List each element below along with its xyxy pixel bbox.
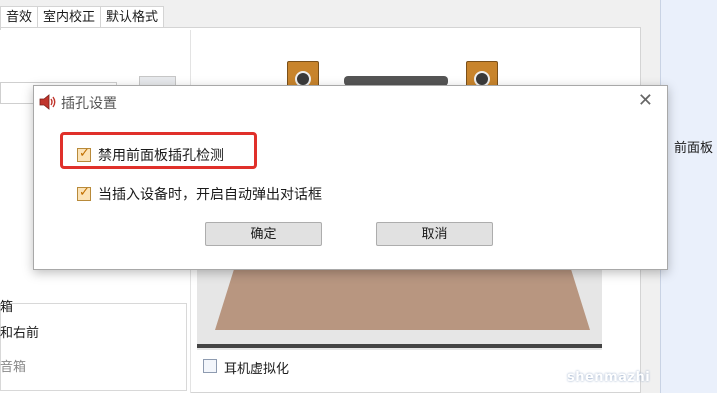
front-panel-label: 前面板: [674, 141, 714, 156]
speaker-icon: [39, 94, 56, 110]
tab-room-correction[interactable]: 室内校正: [37, 6, 102, 28]
auto-popup-option[interactable]: ✓ 当插入设备时，开启自动弹出对话框: [77, 184, 322, 204]
disable-front-panel-detection-option[interactable]: ✓ 禁用前面板插孔检测: [77, 145, 224, 165]
auto-popup-checkbox[interactable]: ✓: [77, 185, 91, 201]
disable-front-panel-detection-label: 禁用前面板插孔检测: [98, 148, 224, 164]
checkmark-icon: ✓: [79, 185, 90, 200]
checkmark-icon: ✓: [79, 146, 90, 161]
speaker-group-title: 箱: [0, 300, 14, 315]
headphone-virtualization-checkbox[interactable]: [203, 359, 217, 373]
dialog-title: 插孔设置: [61, 96, 117, 112]
speaker-option-front[interactable]: 和右前: [0, 322, 39, 341]
watermark: shenmazhi: [567, 370, 651, 385]
jack-settings-dialog: 插孔设置 ✕ ✓ 禁用前面板插孔检测 ✓ 当插入设备时，开启自动弹出对话框 确定…: [33, 85, 668, 270]
right-panel: [660, 0, 717, 393]
disable-front-panel-detection-checkbox[interactable]: ✓: [77, 146, 91, 162]
tab-bar: 音效 室内校正 默认格式: [0, 6, 165, 28]
ok-button[interactable]: 确定: [205, 222, 322, 246]
close-icon[interactable]: ✕: [638, 92, 653, 110]
speaker-group: [0, 303, 187, 391]
room-floor: [215, 270, 590, 330]
cancel-button[interactable]: 取消: [376, 222, 493, 246]
tab-default-format[interactable]: 默认格式: [100, 6, 165, 28]
auto-popup-label: 当插入设备时，开启自动弹出对话框: [98, 187, 322, 203]
room-floor-edge: [197, 344, 602, 348]
headphone-virtualization-label: 耳机虚拟化: [224, 362, 290, 377]
tab-sound-effects[interactable]: 音效: [0, 6, 39, 28]
speaker-option-surround[interactable]: 音箱: [0, 356, 26, 375]
